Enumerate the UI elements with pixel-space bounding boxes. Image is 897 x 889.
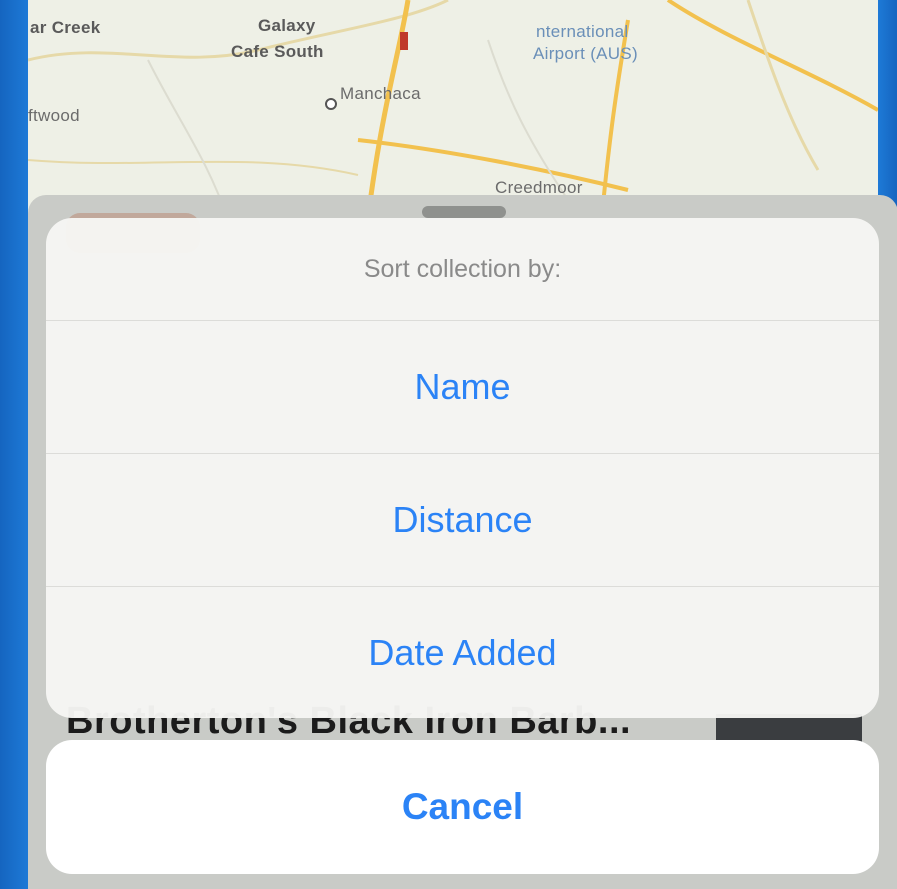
sort-by-date-added-button[interactable]: Date Added — [46, 587, 879, 718]
map-label-galaxy: Galaxy — [258, 16, 316, 35]
sheet-drag-handle[interactable] — [422, 206, 506, 218]
map-label-manchaca: Manchaca — [340, 84, 421, 103]
sort-by-distance-button[interactable]: Distance — [46, 454, 879, 587]
map-label-driftwood: ftwood — [28, 106, 80, 125]
map-label-airport-line2: Airport (AUS) — [533, 44, 638, 63]
sort-by-name-button[interactable]: Name — [46, 321, 879, 454]
map-label-airport-line1: nternational — [536, 22, 629, 41]
sort-action-sheet: Sort collection by: Name Distance Date A… — [46, 218, 879, 718]
map-label-creek: ar Creek — [30, 18, 101, 37]
frame-left — [0, 0, 30, 889]
action-sheet-title: Sort collection by: — [46, 218, 879, 321]
cancel-button[interactable]: Cancel — [46, 740, 879, 874]
map-label-cafe: Cafe South — [231, 42, 324, 61]
